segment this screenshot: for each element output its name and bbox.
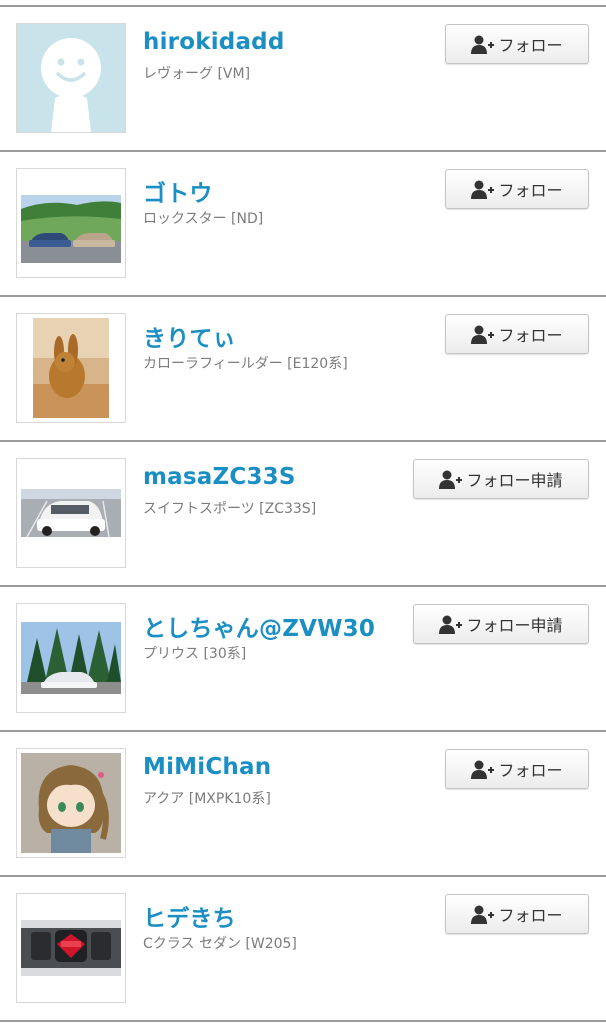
follow-button[interactable]: フォロー <box>445 314 589 354</box>
follow-button-label: フォロー <box>498 36 563 55</box>
add-user-icon <box>471 34 495 54</box>
follow-request-button-label: フォロー申請 <box>466 616 563 635</box>
list-item: masaZC33S スイフトスポーツ [ZC33S] フォロー申請 <box>0 440 606 585</box>
list-item: hirokidadd レヴォーグ [VM] フォロー <box>0 5 606 150</box>
car-model: スイフトスポーツ [ZC33S] <box>143 501 317 517</box>
add-user-icon <box>471 904 495 924</box>
user-name[interactable]: hirokidadd <box>143 29 285 55</box>
car-model: プリウス [30系] <box>143 646 247 662</box>
follow-button-label: フォロー <box>498 181 563 200</box>
follow-button[interactable]: フォロー <box>445 749 589 789</box>
avatar[interactable] <box>16 313 126 423</box>
avatar[interactable] <box>16 168 126 278</box>
user-name[interactable]: masaZC33S <box>143 464 296 490</box>
follow-button-label: フォロー <box>498 326 563 345</box>
list-item: ヒデきち Cクラス セダン [W205] フォロー <box>0 875 606 1022</box>
user-name[interactable]: としちゃん@ZVW30 <box>143 609 375 643</box>
avatar[interactable] <box>16 23 126 133</box>
car-model: アクア [MXPK10系] <box>143 791 271 807</box>
list-item: ゴトウ ロックスター [ND] フォロー <box>0 150 606 295</box>
car-model: ロックスター [ND] <box>143 211 264 227</box>
add-user-icon <box>471 179 495 199</box>
add-user-icon <box>471 324 495 344</box>
user-name[interactable]: ゴトウ <box>143 174 213 208</box>
follow-button[interactable]: フォロー <box>445 24 589 64</box>
list-item: MiMiChan アクア [MXPK10系] フォロー <box>0 730 606 875</box>
follow-button-label: フォロー <box>498 761 563 780</box>
follow-request-button[interactable]: フォロー申請 <box>413 604 589 644</box>
list-item: きりてぃ カローラフィールダー [E120系] フォロー <box>0 295 606 440</box>
follow-request-button-label: フォロー申請 <box>466 471 563 490</box>
avatar[interactable] <box>16 748 126 858</box>
car-model: レヴォーグ [VM] <box>143 66 251 82</box>
avatar[interactable] <box>16 603 126 713</box>
car-model: Cクラス セダン [W205] <box>143 936 297 952</box>
user-name[interactable]: きりてぃ <box>143 319 236 353</box>
avatar[interactable] <box>16 458 126 568</box>
follow-button[interactable]: フォロー <box>445 169 589 209</box>
list-item: としちゃん@ZVW30 プリウス [30系] フォロー申請 <box>0 585 606 730</box>
car-model: カローラフィールダー [E120系] <box>143 356 348 372</box>
add-user-icon <box>471 759 495 779</box>
add-user-icon <box>439 614 463 634</box>
follow-request-button[interactable]: フォロー申請 <box>413 459 589 499</box>
user-name[interactable]: ヒデきち <box>143 899 236 933</box>
avatar[interactable] <box>16 893 126 1003</box>
user-name[interactable]: MiMiChan <box>143 754 271 780</box>
follow-button-label: フォロー <box>498 906 563 925</box>
user-list: hirokidadd レヴォーグ [VM] フォロー ゴトウ ロックスター [N… <box>0 0 606 1024</box>
add-user-icon <box>439 469 463 489</box>
follow-button[interactable]: フォロー <box>445 894 589 934</box>
